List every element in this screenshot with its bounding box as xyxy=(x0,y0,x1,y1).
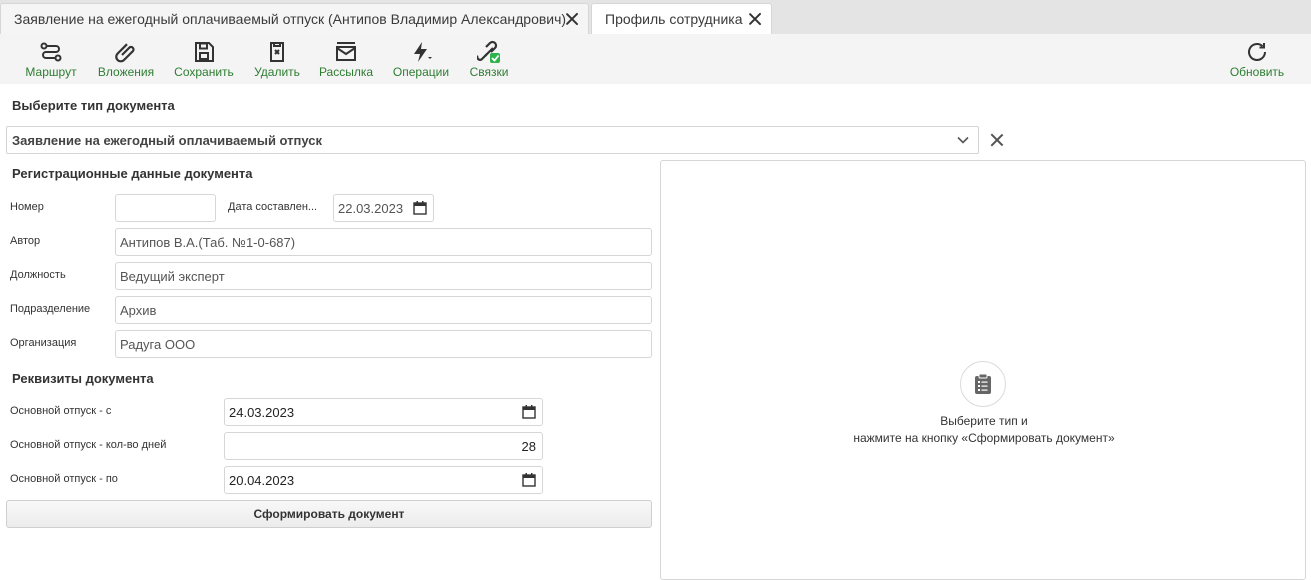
toolbar: Маршрут Вложения Сохранить Удалить Рассы… xyxy=(0,34,1311,84)
delete-icon xyxy=(270,42,284,62)
delete-label: Удалить xyxy=(254,65,300,79)
doc-type-select[interactable]: Заявление на ежегодный оплачиваемый отпу… xyxy=(6,126,979,154)
doc-type-title: Выберите тип документа xyxy=(12,98,175,113)
floppy-icon xyxy=(195,42,214,62)
save-label: Сохранить xyxy=(174,65,234,79)
doc-type-value: Заявление на ежегодный оплачиваемый отпу… xyxy=(12,133,323,148)
links-button[interactable]: Связки xyxy=(467,34,511,84)
date-label: Дата составлен... xyxy=(228,201,318,213)
paperclip-icon xyxy=(115,43,135,63)
clipboard-icon-wrapper xyxy=(960,361,1006,407)
route-icon xyxy=(40,42,62,62)
mail-icon xyxy=(336,42,356,61)
route-label: Маршрут xyxy=(25,65,77,79)
number-label: Номер xyxy=(10,201,44,213)
delete-button[interactable]: Удалить xyxy=(250,34,304,84)
organization-label: Организация xyxy=(10,337,77,349)
refresh-label: Обновить xyxy=(1229,65,1285,79)
vacation-days-field[interactable]: 28 xyxy=(224,432,543,460)
mailing-label: Рассылка xyxy=(318,65,374,79)
date-value: 22.03.2023 xyxy=(338,200,404,216)
tab-employee-profile[interactable]: Профиль сотрудника xyxy=(591,3,772,34)
number-field[interactable] xyxy=(115,194,216,222)
position-label: Должность xyxy=(10,269,66,281)
tab-label: Профиль сотрудника xyxy=(605,11,743,27)
vacation-to-value: 20.04.2023 xyxy=(229,472,295,488)
link-icon xyxy=(477,40,500,63)
vacation-from-field[interactable]: 24.03.2023 xyxy=(224,398,543,426)
lightning-icon xyxy=(414,42,432,62)
preview-hint-line2: нажмите на кнопку «Сформировать документ… xyxy=(853,431,1115,445)
department-field[interactable]: Архив xyxy=(115,296,652,324)
vacation-from-label: Основной отпуск - с xyxy=(10,405,112,417)
vacation-days-label: Основной отпуск - кол-во дней xyxy=(10,439,167,451)
chevron-down-icon xyxy=(957,136,969,144)
save-button[interactable]: Сохранить xyxy=(172,34,236,84)
registration-title: Регистрационные данные документа xyxy=(12,166,253,181)
document-preview-panel: Выберите тип и нажмите на кнопку «Сформи… xyxy=(660,160,1306,580)
vacation-from-value: 24.03.2023 xyxy=(229,404,295,420)
links-label: Связки xyxy=(469,65,509,79)
tab-label: Заявление на ежегодный оплачиваемый отпу… xyxy=(14,11,567,27)
department-label: Подразделение xyxy=(10,303,91,315)
calendar-icon[interactable] xyxy=(413,201,427,215)
organization-field[interactable]: Радуга ООО xyxy=(115,330,652,358)
vacation-to-field[interactable]: 20.04.2023 xyxy=(224,466,543,494)
refresh-icon xyxy=(1248,43,1266,61)
preview-hint-line1: Выберите тип и xyxy=(940,414,1028,428)
mailing-button[interactable]: Рассылка xyxy=(318,34,374,84)
calendar-icon[interactable] xyxy=(522,405,536,419)
attachments-label: Вложения xyxy=(97,65,155,79)
refresh-button[interactable]: Обновить xyxy=(1227,34,1287,84)
tab-vacation-application[interactable]: Заявление на ежегодный оплачиваемый отпу… xyxy=(0,3,589,34)
generate-document-button[interactable]: Сформировать документ xyxy=(6,500,652,528)
author-field[interactable]: Антипов В.А.(Таб. №1-0-687) xyxy=(115,228,652,256)
clear-doc-type-icon[interactable] xyxy=(989,132,1005,148)
close-icon[interactable] xyxy=(565,12,579,26)
clipboard-icon xyxy=(975,373,991,394)
operations-label: Операции xyxy=(392,65,450,79)
author-label: Автор xyxy=(10,235,41,247)
position-field[interactable]: Ведущий эксперт xyxy=(115,262,652,290)
close-icon[interactable] xyxy=(748,12,762,26)
attachments-button[interactable]: Вложения xyxy=(95,34,157,84)
vacation-to-label: Основной отпуск - по xyxy=(10,473,118,485)
tab-bar: Заявление на ежегодный оплачиваемый отпу… xyxy=(0,0,1311,34)
operations-button[interactable]: Операции xyxy=(390,34,452,84)
route-button[interactable]: Маршрут xyxy=(23,34,79,84)
calendar-icon[interactable] xyxy=(522,473,536,487)
requisites-title: Реквизиты документа xyxy=(12,371,154,386)
